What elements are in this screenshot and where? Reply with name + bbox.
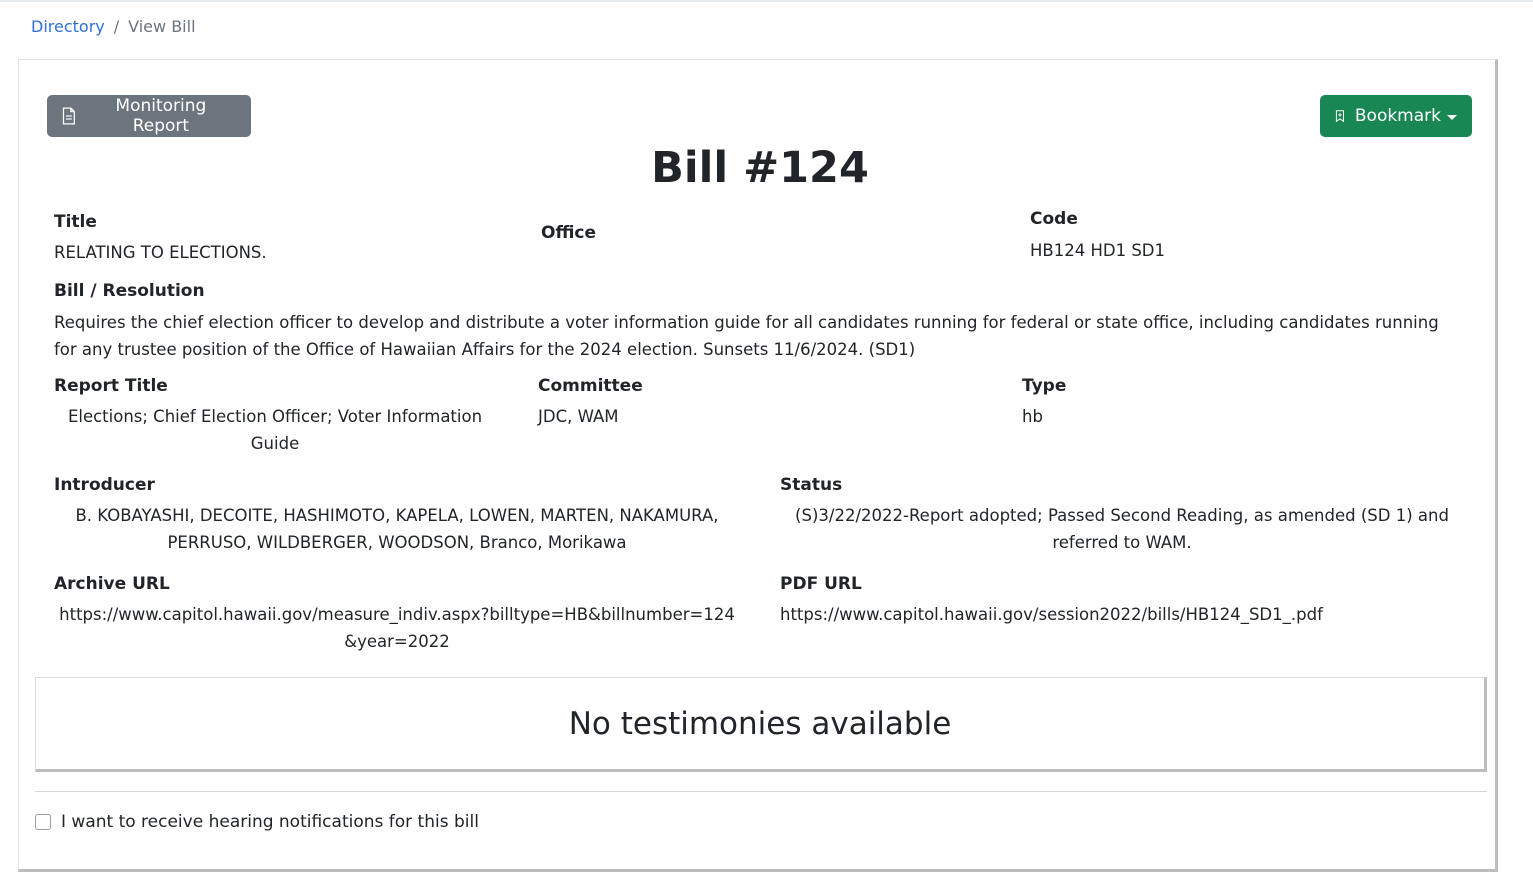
breadcrumb-separator: / <box>113 17 120 36</box>
bookmark-dropdown-button[interactable]: Bookmark <box>1320 95 1472 137</box>
report-title-label: Report Title <box>54 376 168 396</box>
testimonies-panel: No testimonies available <box>35 677 1487 772</box>
section-divider <box>35 791 1487 792</box>
breadcrumb-current: View Bill <box>128 17 196 36</box>
office-label: Office <box>541 223 597 243</box>
page-title: Bill #124 <box>651 143 869 193</box>
bill-resolution-value: Requires the chief election officer to d… <box>54 313 1439 359</box>
bill-resolution-label: Bill / Resolution <box>54 281 205 301</box>
pdf-url-value: https://www.capitol.hawaii.gov/session20… <box>780 605 1323 624</box>
code-value: HB124 HD1 SD1 <box>1030 241 1165 260</box>
committee-label: Committee <box>538 376 643 396</box>
monitoring-report-label: Monitoring Report <box>115 96 207 136</box>
document-icon <box>62 107 75 125</box>
archive-url-value: https://www.capitol.hawaii.gov/measure_i… <box>59 605 735 651</box>
archive-url-label: Archive URL <box>54 574 170 594</box>
breadcrumb-directory-link[interactable]: Directory <box>31 17 105 36</box>
top-border <box>0 0 1533 2</box>
hearing-notifications-option[interactable]: I want to receive hearing notifications … <box>35 812 479 832</box>
breadcrumb: Directory / View Bill <box>31 16 196 38</box>
chevron-down-icon <box>1447 114 1457 120</box>
status-label: Status <box>780 475 843 495</box>
report-title-value: Elections; Chief Election Officer; Voter… <box>67 407 483 453</box>
bookmark-label: Bookmark <box>1354 106 1441 126</box>
pdf-url-label: PDF URL <box>780 574 862 594</box>
bill-card: Monitoring Report Bookmark Bill #124 Tit… <box>18 59 1498 872</box>
hearing-notifications-checkbox[interactable] <box>35 814 51 830</box>
monitoring-report-button[interactable]: Monitoring Report <box>47 95 251 137</box>
title-label: Title <box>54 212 97 232</box>
no-testimonies-message: No testimonies available <box>568 705 952 742</box>
committee-value: JDC, WAM <box>538 407 619 426</box>
status-value: (S)3/22/2022-Report adopted; Passed Seco… <box>795 506 1449 552</box>
code-label: Code <box>1030 209 1078 229</box>
bookmark-icon <box>1335 110 1344 123</box>
introducer-label: Introducer <box>54 475 155 495</box>
title-value: RELATING TO ELECTIONS. <box>54 243 267 262</box>
introducer-value: B. KOBAYASHI, DECOITE, HASHIMOTO, KAPELA… <box>75 506 719 552</box>
hearing-notifications-label: I want to receive hearing notifications … <box>61 812 479 832</box>
type-label: Type <box>1022 376 1067 396</box>
type-value: hb <box>1022 407 1043 426</box>
